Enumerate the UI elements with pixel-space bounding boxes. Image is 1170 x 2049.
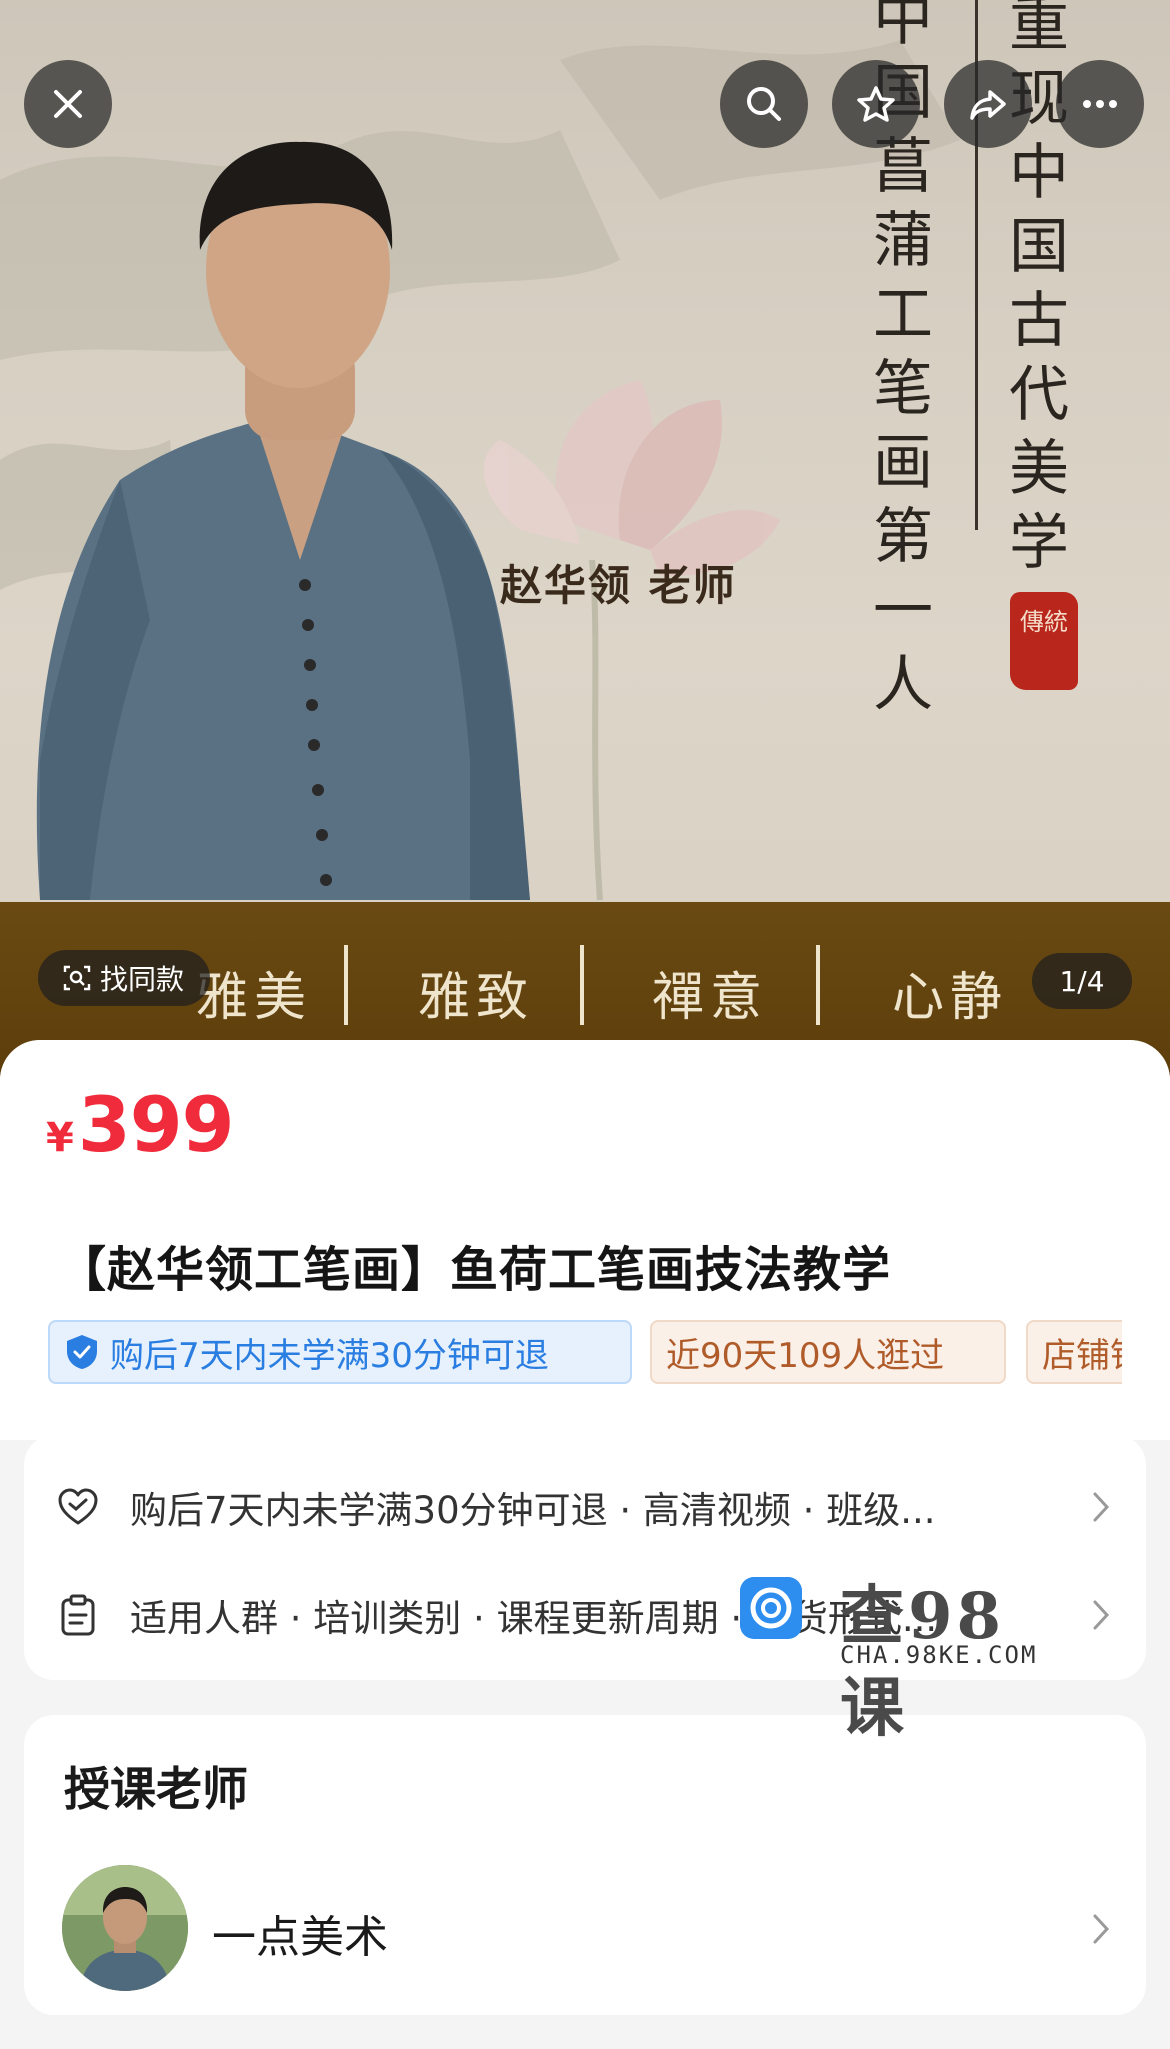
chevron-right-icon[interactable]: [1090, 1911, 1112, 1947]
service-row-guarantee-text: 购后7天内未学满30分钟可退 · 高清视频 · 班级...: [130, 1489, 936, 1532]
share-button[interactable]: [944, 60, 1032, 148]
chevron-right-icon: [1093, 1600, 1110, 1630]
refund-tag[interactable]: 购后7天内未学满30分钟可退: [48, 1320, 632, 1384]
avatar[interactable]: [62, 1865, 188, 1991]
close-button[interactable]: [24, 60, 112, 148]
product-title: 【赵华领工笔画】鱼荷工笔画技法教学: [58, 1242, 892, 1298]
service-row-guarantee[interactable]: 购后7天内未学满30分钟可退 · 高清视频 · 班级...: [24, 1457, 1146, 1557]
chevron-right-icon: [1093, 1492, 1110, 1522]
shield-check-icon: [67, 1335, 97, 1369]
clipboard-icon: [61, 1594, 95, 1636]
star-icon: [857, 86, 895, 122]
banner-separator: [580, 945, 584, 1025]
image-pager: 1/4: [1032, 953, 1132, 1009]
teacher-name[interactable]: 一点美术: [212, 1901, 388, 1965]
find-same-label: 找同款: [100, 963, 185, 996]
close-icon: [54, 90, 82, 118]
share-icon: [970, 90, 1006, 120]
avatar-photo: [62, 1865, 188, 1991]
teacher-caption: 赵华领 老师: [500, 561, 737, 610]
refund-tag-label: 购后7天内未学满30分钟可退: [110, 1335, 549, 1376]
banner-separator: [816, 945, 820, 1025]
search-button[interactable]: [720, 60, 808, 148]
search-icon: [747, 87, 781, 121]
price-currency: ¥: [46, 1115, 74, 1161]
tag-row: 购后7天内未学满30分钟可退 近90天109人逛过 店铺销: [48, 1320, 1122, 1386]
banner-word-3: 禪意: [652, 968, 769, 1028]
red-seal: 傳統: [1010, 592, 1078, 690]
shop-tag: 店铺销: [1026, 1320, 1122, 1384]
teacher-card: 授课老师 一点美术: [24, 1715, 1146, 2015]
product-info-sheet: ¥ 399 【赵华领工笔画】鱼荷工笔画技法教学 购后7天内未学满30分钟可退 近…: [0, 1040, 1170, 2049]
more-icon: [1083, 100, 1117, 108]
favorite-button[interactable]: [832, 60, 920, 148]
banner-word-2: 雅致: [418, 968, 535, 1028]
watermark-logo: [740, 1577, 802, 1639]
watermark-url: CHA.98KE.COM: [840, 1641, 1038, 1669]
heart-guarantee-icon: [58, 1488, 98, 1525]
scan-icon: [63, 965, 91, 991]
banner-word-4: 心静: [892, 968, 1009, 1028]
product-image-carousel[interactable]: 中国菖蒲工笔画第一人 重现中国古代美学 傳統 赵华领 老师 雅美 雅致 禪意 心…: [0, 0, 1170, 1080]
find-same-button[interactable]: 找同款: [38, 950, 211, 1006]
banner-separator: [344, 945, 348, 1025]
watermark: 查98课 CHA.98KE.COM: [740, 1565, 1060, 1746]
price-title-section: ¥ 399 【赵华领工笔画】鱼荷工笔画技法教学 购后7天内未学满30分钟可退 近…: [0, 1040, 1170, 1440]
visits-tag: 近90天109人逛过: [650, 1320, 1006, 1384]
banner-word-1: 雅美: [196, 968, 313, 1028]
teacher-section-title: 授课老师: [64, 1762, 248, 1816]
price-value: 399: [77, 1080, 235, 1169]
price: ¥ 399: [46, 1080, 234, 1169]
more-button[interactable]: [1056, 60, 1144, 148]
